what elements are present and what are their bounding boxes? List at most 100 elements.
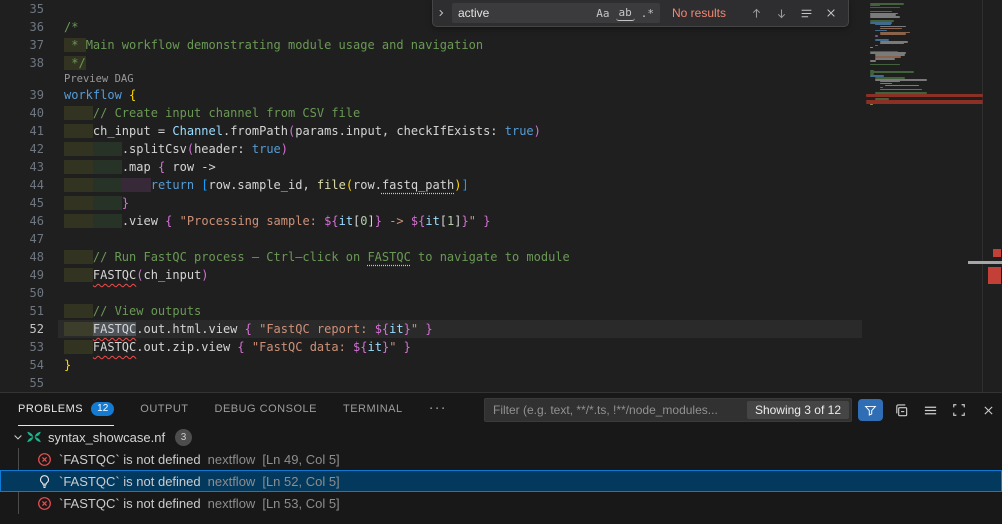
minimap-line xyxy=(875,58,895,60)
filter-toggle-button[interactable] xyxy=(858,399,883,421)
line-number: 52 xyxy=(0,322,58,336)
code-line[interactable]: 45 } xyxy=(0,194,866,212)
code-line[interactable]: 49 FASTQC(ch_input) xyxy=(0,266,866,284)
code-line[interactable]: 37 * Main workflow demonstrating module … xyxy=(0,36,866,54)
code-line[interactable]: 53 FASTQC.out.zip.view { "FastQC data: $… xyxy=(0,338,866,356)
find-input[interactable] xyxy=(452,6,593,20)
line-number: 41 xyxy=(0,124,58,138)
line-number: 46 xyxy=(0,214,58,228)
code-text: */ xyxy=(58,54,86,72)
line-number: 47 xyxy=(0,232,58,246)
showing-count-badge: Showing 3 of 12 xyxy=(747,401,849,419)
minimap-line xyxy=(870,64,900,66)
tab-problems[interactable]: PROBLEMS12 xyxy=(18,393,114,426)
minimap-line xyxy=(870,71,914,73)
ruler-error-marker xyxy=(988,267,1001,284)
minimap-line xyxy=(870,47,873,49)
minimap-line xyxy=(870,60,876,62)
tab-output[interactable]: OUTPUT xyxy=(140,393,188,426)
find-results-status: No results xyxy=(672,6,726,20)
code-line[interactable]: 39workflow { xyxy=(0,86,866,104)
code-line[interactable]: 42 .splitCsv(header: true) xyxy=(0,140,866,158)
minimap-line xyxy=(870,16,900,18)
line-number: 49 xyxy=(0,268,58,282)
problems-count-badge: 12 xyxy=(91,402,114,416)
problem-row[interactable]: `FASTQC` is not definednextflow[Ln 52, C… xyxy=(0,470,1002,492)
line-number: 35 xyxy=(0,2,58,16)
tab-label: TERMINAL xyxy=(343,403,403,415)
code-text: /* xyxy=(58,18,78,36)
toggle-replace-button[interactable] xyxy=(433,0,449,27)
problem-location: [Ln 49, Col 5] xyxy=(262,452,339,467)
view-as-table-button[interactable] xyxy=(919,399,941,421)
close-panel-button[interactable] xyxy=(977,399,999,421)
codelens-row[interactable]: Preview DAG xyxy=(0,72,866,86)
code-line[interactable]: 51 // View outputs xyxy=(0,302,866,320)
code-line[interactable]: 52 FASTQC.out.html.view { "FastQC report… xyxy=(0,320,866,338)
code-line[interactable]: 48 // Run FastQC process – Ctrl–click on… xyxy=(0,248,866,266)
codelens-label[interactable]: Preview DAG xyxy=(58,73,134,85)
line-number: 36 xyxy=(0,20,58,34)
problems-file-row[interactable]: syntax_showcase.nf 3 xyxy=(0,426,1002,448)
code-line[interactable]: 44 return [row.sample_id, file(row.fastq… xyxy=(0,176,866,194)
maximize-panel-button[interactable] xyxy=(948,399,970,421)
minimap-line xyxy=(875,35,878,37)
code-line[interactable]: 46 .view { "Processing sample: ${it[0]} … xyxy=(0,212,866,230)
regex-toggle[interactable]: .* xyxy=(638,6,657,21)
find-actions xyxy=(747,4,848,22)
overview-ruler[interactable] xyxy=(984,0,1002,392)
line-number: 55 xyxy=(0,376,58,390)
problem-message: `FASTQC` is not defined xyxy=(59,474,201,489)
problem-row[interactable]: `FASTQC` is not definednextflow[Ln 49, C… xyxy=(0,448,1002,470)
tab-label: DEBUG CONSOLE xyxy=(215,403,317,415)
minimap-line xyxy=(880,33,906,35)
code-line[interactable]: 41 ch_input = Channel.fromPath(params.in… xyxy=(0,122,866,140)
collapse-all-button[interactable] xyxy=(890,399,912,421)
minimap[interactable] xyxy=(866,0,983,392)
line-number: 44 xyxy=(0,178,58,192)
panel-controls: Showing 3 of 12 xyxy=(484,398,999,422)
minimap-line xyxy=(870,104,873,106)
line-number: 43 xyxy=(0,160,58,174)
match-case-toggle[interactable]: Aa xyxy=(593,6,612,21)
code-text: return [row.sample_id, file(row.fastq_pa… xyxy=(58,176,469,194)
find-widget: Aa ab .* No results xyxy=(432,0,849,27)
code-text: FASTQC(ch_input) xyxy=(58,266,209,284)
problem-count-badge: 3 xyxy=(175,429,192,446)
find-in-selection-button[interactable] xyxy=(797,4,815,22)
tab-terminal[interactable]: TERMINAL xyxy=(343,393,403,426)
whole-word-toggle[interactable]: ab xyxy=(616,5,635,21)
close-find-button[interactable] xyxy=(822,4,840,22)
code-line[interactable]: 54} xyxy=(0,356,866,374)
code-text: // Run FastQC process – Ctrl–click on FA… xyxy=(58,248,570,266)
tab-debug-console[interactable]: DEBUG CONSOLE xyxy=(215,393,317,426)
problem-location: [Ln 52, Col 5] xyxy=(262,474,339,489)
code-text: FASTQC.out.html.view { "FastQC report: $… xyxy=(58,320,433,338)
code-text: FASTQC.out.zip.view { "FastQC data: ${it… xyxy=(58,338,411,356)
next-match-button[interactable] xyxy=(772,4,790,22)
code-editor[interactable]: 35 36/*37 * Main workflow demonstrating m… xyxy=(0,0,1002,392)
problem-source: nextflow xyxy=(208,496,256,511)
code-line[interactable]: 38 */ xyxy=(0,54,866,72)
error-icon xyxy=(36,451,52,467)
line-number: 38 xyxy=(0,56,58,70)
code-lines[interactable]: 35 36/*37 * Main workflow demonstrating m… xyxy=(0,0,866,392)
code-line[interactable]: 47 xyxy=(0,230,866,248)
line-number: 40 xyxy=(0,106,58,120)
problems-filter-box: Showing 3 of 12 xyxy=(484,398,852,422)
problems-filter-input[interactable] xyxy=(485,403,745,417)
code-text: } xyxy=(58,356,71,374)
problem-source: nextflow xyxy=(208,452,256,467)
code-line[interactable]: 50 xyxy=(0,284,866,302)
line-number: 50 xyxy=(0,286,58,300)
code-line[interactable]: 43 .map { row -> xyxy=(0,158,866,176)
more-actions-button[interactable]: ··· xyxy=(429,399,447,420)
code-line[interactable]: 40 // Create input channel from CSV file xyxy=(0,104,866,122)
line-number: 48 xyxy=(0,250,58,264)
code-text: // View outputs xyxy=(58,302,201,320)
tab-label: OUTPUT xyxy=(140,403,188,415)
previous-match-button[interactable] xyxy=(747,4,765,22)
code-line[interactable]: 55 xyxy=(0,374,866,392)
minimap-line xyxy=(875,45,878,47)
problem-row[interactable]: `FASTQC` is not definednextflow[Ln 53, C… xyxy=(0,492,1002,514)
